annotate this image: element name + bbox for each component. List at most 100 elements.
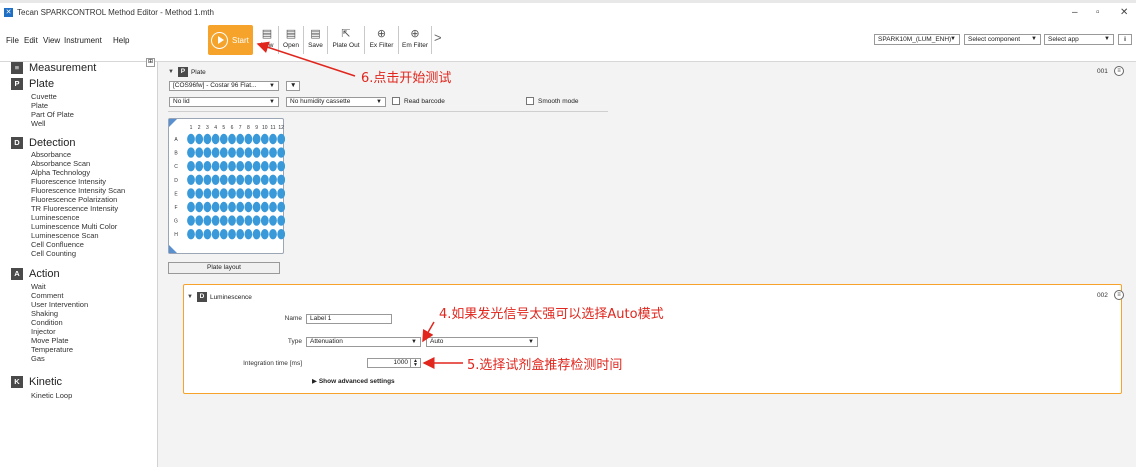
well-A6[interactable] xyxy=(228,133,236,145)
sidebar-item-move-plate[interactable]: Move Plate xyxy=(31,336,69,345)
sidebar-item-injector[interactable]: Injector xyxy=(31,327,56,336)
well-B2[interactable] xyxy=(195,147,204,158)
well-D1[interactable] xyxy=(187,174,195,185)
sidebar-item-cell-counting[interactable]: Cell Counting xyxy=(31,249,76,258)
sidebar-item-tr-fluorescence-intensity[interactable]: TR Fluorescence Intensity xyxy=(31,204,118,213)
well-D12[interactable] xyxy=(277,174,285,185)
well-A10[interactable] xyxy=(260,133,269,145)
spinner-icon[interactable]: ▲ ▼ xyxy=(410,359,420,368)
well-B7[interactable] xyxy=(236,147,245,158)
sidebar-item-shaking[interactable]: Shaking xyxy=(31,309,58,318)
well-C9[interactable] xyxy=(252,161,261,172)
well-E6[interactable] xyxy=(228,188,236,199)
menu-file[interactable]: File xyxy=(6,36,19,45)
sidebar-item-comment[interactable]: Comment xyxy=(31,291,64,300)
luminescence-step-header[interactable]: ▼ D Luminescence xyxy=(187,292,252,302)
well-D6[interactable] xyxy=(228,174,236,185)
row-label[interactable]: F xyxy=(174,205,177,211)
well-C2[interactable] xyxy=(195,161,204,172)
plate-layout-button[interactable]: Plate layout xyxy=(168,262,280,274)
column-label[interactable]: 7 xyxy=(239,125,242,131)
well-H2[interactable] xyxy=(195,229,204,240)
well-G5[interactable] xyxy=(219,215,228,226)
plate-step-header[interactable]: ▼ P Plate xyxy=(168,67,206,77)
step-menu-icon[interactable]: ≡ xyxy=(1114,66,1124,76)
sidebar-item-cuvette[interactable]: Cuvette xyxy=(31,92,57,101)
sidebar-item-fluorescence-intensity-scan[interactable]: Fluorescence Intensity Scan xyxy=(31,186,125,195)
sidebar-item-alpha-technology[interactable]: Alpha Technology xyxy=(31,168,90,177)
sidebar-item-absorbance[interactable]: Absorbance xyxy=(31,150,71,159)
app-select[interactable]: Select app ▼ xyxy=(1044,34,1114,45)
humidity-cassette-select[interactable]: No humidity cassette ▼ xyxy=(286,97,386,107)
sidebar-item-condition[interactable]: Condition xyxy=(31,318,63,327)
ex-filter-button[interactable]: ⊕ Ex Filter xyxy=(366,26,397,56)
column-label[interactable]: 6 xyxy=(231,125,234,131)
well-C6[interactable] xyxy=(228,161,236,172)
row-label[interactable]: C xyxy=(174,164,178,170)
well-D7[interactable] xyxy=(236,174,245,185)
row-label[interactable]: E xyxy=(174,191,178,197)
well-B3[interactable] xyxy=(203,147,212,158)
sidebar-item-wait[interactable]: Wait xyxy=(31,282,46,291)
well-C1[interactable] xyxy=(187,161,195,172)
well-F8[interactable] xyxy=(244,201,253,213)
well-F5[interactable] xyxy=(219,201,228,213)
start-button[interactable]: Start xyxy=(208,25,253,55)
well-G2[interactable] xyxy=(195,215,204,226)
sidebar-item-fluorescence-polarization[interactable]: Fluorescence Polarization xyxy=(31,195,117,204)
well-F1[interactable] xyxy=(187,201,195,213)
integration-time-input[interactable]: 1000 ▲ ▼ xyxy=(367,358,421,368)
well-D10[interactable] xyxy=(260,174,269,185)
well-H1[interactable] xyxy=(187,229,195,240)
well-B12[interactable] xyxy=(277,147,285,158)
well-E7[interactable] xyxy=(236,188,245,199)
well-D4[interactable] xyxy=(211,174,220,185)
sidebar-item-absorbance-scan[interactable]: Absorbance Scan xyxy=(31,159,90,168)
well-A1[interactable] xyxy=(187,133,195,145)
sidebar-item-temperature[interactable]: Temperature xyxy=(31,345,73,354)
well-F3[interactable] xyxy=(203,201,212,213)
step-menu-icon[interactable]: ≡ xyxy=(1114,290,1124,300)
well-F2[interactable] xyxy=(195,201,204,213)
sidebar-section-plate[interactable]: P Plate xyxy=(11,78,54,90)
well-B9[interactable] xyxy=(252,147,261,158)
well-B5[interactable] xyxy=(219,147,228,158)
menu-instrument[interactable]: Instrument xyxy=(64,36,102,45)
well-F10[interactable] xyxy=(260,201,269,213)
plate-type-select[interactable]: [COS96fw] - Costar 96 Flat... ▼ xyxy=(169,81,279,91)
well-D8[interactable] xyxy=(244,174,253,185)
well-E4[interactable] xyxy=(211,188,220,199)
sidebar-item-plate[interactable]: Plate xyxy=(31,101,48,110)
toolbar-more-chevron-icon[interactable]: > xyxy=(434,30,442,45)
well-G1[interactable] xyxy=(187,215,195,226)
em-filter-button[interactable]: ⊕ Em Filter xyxy=(400,26,430,56)
well-H11[interactable] xyxy=(269,229,277,240)
minimize-button[interactable]: – xyxy=(1072,7,1078,18)
pin-panel-icon[interactable]: ⊞ xyxy=(146,58,155,67)
collapse-chevron-icon[interactable]: ▼ xyxy=(168,69,174,75)
well-A4[interactable] xyxy=(211,133,220,145)
well-E3[interactable] xyxy=(203,188,212,199)
component-select[interactable]: Select component ▼ xyxy=(964,34,1041,45)
well-D11[interactable] xyxy=(269,174,277,185)
sidebar-item-luminescence-multi-color[interactable]: Luminescence Multi Color xyxy=(31,222,117,231)
column-label[interactable]: 10 xyxy=(262,125,268,131)
well-H7[interactable] xyxy=(236,229,245,240)
well-B11[interactable] xyxy=(269,147,277,158)
sidebar-item-gas[interactable]: Gas xyxy=(31,354,45,363)
well-F4[interactable] xyxy=(211,201,220,213)
row-label[interactable]: A xyxy=(174,137,178,143)
restore-button[interactable]: ▫ xyxy=(1096,7,1100,18)
well-G7[interactable] xyxy=(236,215,245,226)
column-label[interactable]: 3 xyxy=(206,125,209,131)
well-B1[interactable] xyxy=(187,147,195,158)
menu-view[interactable]: View xyxy=(43,36,60,45)
well-H3[interactable] xyxy=(203,229,212,240)
sidebar-item-kinetic-loop[interactable]: Kinetic Loop xyxy=(31,391,72,400)
well-F11[interactable] xyxy=(269,201,277,213)
collapse-chevron-icon[interactable]: ▼ xyxy=(187,294,193,300)
open-button[interactable]: ▤ Open xyxy=(281,26,301,56)
attenuation-select[interactable]: Attenuation ▼ xyxy=(306,337,421,347)
well-A2[interactable] xyxy=(195,133,204,145)
sidebar-item-part-of-plate[interactable]: Part Of Plate xyxy=(31,110,74,119)
